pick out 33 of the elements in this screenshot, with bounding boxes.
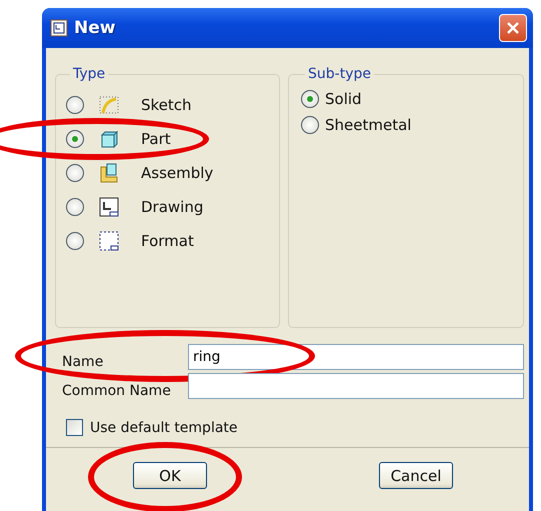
dialog-button[interactable]: OK xyxy=(133,462,207,489)
window-title: New xyxy=(74,18,116,38)
field-label: Name xyxy=(61,354,104,370)
radio-button[interactable] xyxy=(66,96,84,114)
close-button[interactable] xyxy=(499,14,527,42)
radio-button[interactable] xyxy=(66,198,84,216)
group-label: Sub-type xyxy=(307,66,372,82)
format-icon xyxy=(99,231,119,251)
radio-label: Format xyxy=(141,232,194,250)
checkbox[interactable] xyxy=(66,419,83,436)
assembly-icon xyxy=(99,163,119,183)
sketch-icon xyxy=(99,95,119,115)
close-icon xyxy=(506,21,520,35)
drawing-icon xyxy=(99,197,119,217)
radio-label: Solid xyxy=(325,90,362,108)
radio-button[interactable] xyxy=(66,164,84,182)
radio-label: Sketch xyxy=(141,96,192,114)
cube-icon xyxy=(99,129,119,149)
radio-label: Assembly xyxy=(141,164,214,182)
radio-button[interactable] xyxy=(301,116,319,134)
radio-label: Part xyxy=(141,130,171,148)
field-label: Common Name xyxy=(61,383,172,399)
radio-label: Sheetmetal xyxy=(325,116,412,134)
radio-button[interactable] xyxy=(66,130,84,148)
checkbox-label: Use default template xyxy=(90,420,238,436)
window-icon xyxy=(50,19,68,37)
text-field[interactable]: ring xyxy=(188,344,524,370)
dialog-button[interactable]: Cancel xyxy=(379,462,453,489)
radio-button[interactable] xyxy=(66,232,84,250)
group-label: Type xyxy=(72,66,106,82)
radio-label: Drawing xyxy=(141,198,204,216)
radio-button[interactable] xyxy=(301,90,319,108)
text-field[interactable] xyxy=(188,373,524,399)
